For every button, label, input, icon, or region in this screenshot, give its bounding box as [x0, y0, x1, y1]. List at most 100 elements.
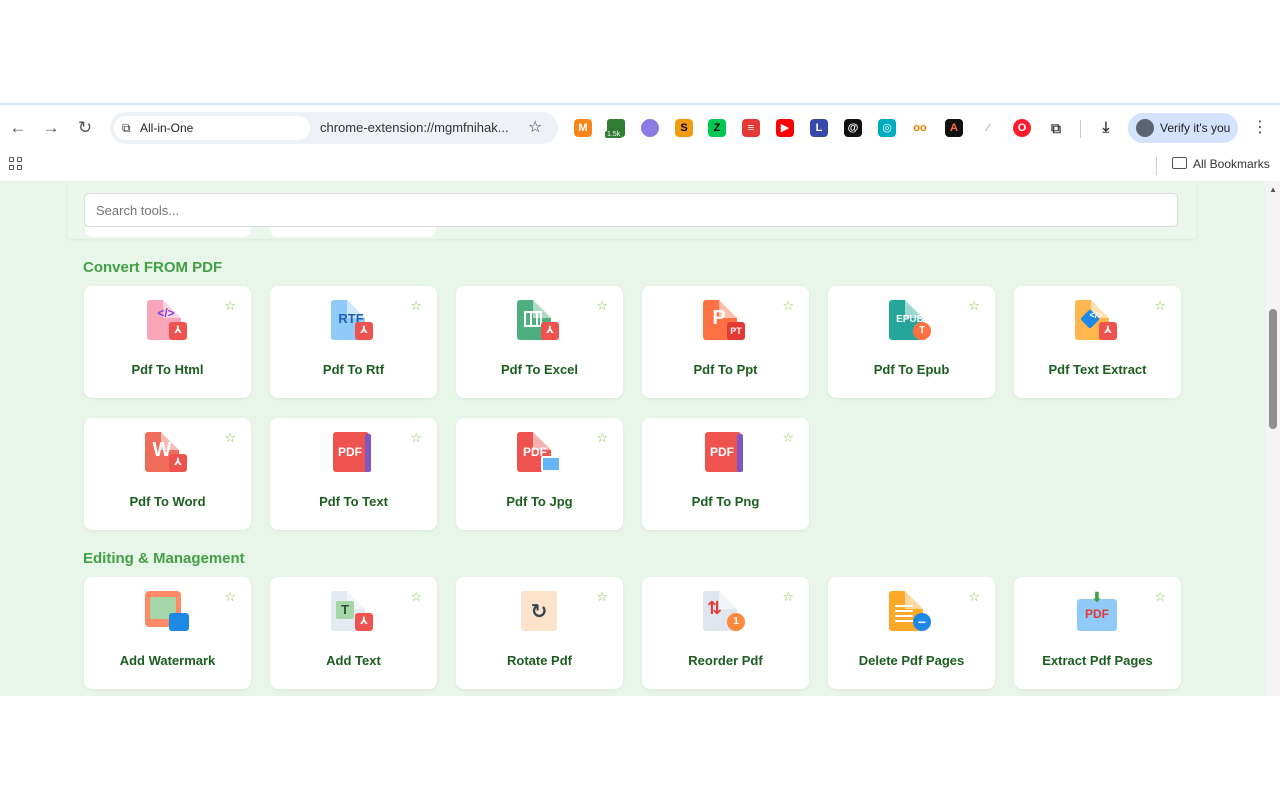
tool-label: Add Watermark [119, 653, 216, 668]
all-bookmarks-button[interactable]: All Bookmarks [1172, 151, 1270, 177]
favorite-star-icon[interactable]: ☆ [224, 430, 236, 446]
search-input[interactable] [84, 193, 1178, 227]
tool-label: Rotate Pdf [507, 653, 572, 668]
tool-card-pdf-to-ppt[interactable]: P PT ☆ Pdf To Ppt [642, 286, 809, 398]
tool-label: Pdf To Rtf [322, 362, 385, 377]
favorite-star-icon[interactable]: ☆ [1154, 298, 1166, 314]
favorite-star-icon[interactable]: ☆ [1154, 589, 1166, 605]
browser-toolbar: ← → ↻ ⧉ All-in-One chrome-extension://mg… [0, 105, 1280, 151]
reload-icon[interactable]: ↻ [74, 117, 96, 139]
favorite-star-icon[interactable]: ☆ [968, 589, 980, 605]
tool-card-rotate-pdf[interactable]: ↻ ☆ Rotate Pdf [456, 577, 623, 689]
extension-site-chip[interactable]: ⧉ All-in-One [114, 116, 310, 140]
tool-card-pdf-to-png[interactable]: PDF ☆ Pdf To Png [642, 418, 809, 530]
green-extension-icon[interactable]: Z [708, 119, 726, 137]
profile-button[interactable]: Verify it's you [1128, 113, 1238, 143]
vertical-scrollbar[interactable]: ▲ [1266, 181, 1280, 696]
tool-card-reorder-pdf[interactable]: ⇅ 1 ☆ Reorder Pdf [642, 577, 809, 689]
favorite-star-icon[interactable]: ☆ [782, 430, 794, 446]
tool-label: Pdf To Png [691, 494, 760, 509]
tool-label: Pdf To Epub [873, 362, 950, 377]
teal-extension-icon[interactable]: ◎ [878, 119, 896, 137]
favorite-star-icon[interactable]: ☆ [596, 430, 608, 446]
bookmarks-separator [1156, 157, 1157, 175]
tool-card-pdf-to-html[interactable]: </> ⅄ ☆ Pdf To Html [84, 286, 251, 398]
back-arrow-icon[interactable]: ← [7, 117, 29, 139]
blue-square-extension-icon[interactable]: L [810, 119, 828, 137]
tool-label: Pdf To Text [319, 494, 388, 509]
favorite-star-icon[interactable]: ☆ [968, 298, 980, 314]
grey-slash-extension-icon[interactable]: ⁄ [979, 119, 997, 137]
reorder-pdf-icon: ⇅ 1 [703, 591, 749, 637]
cloud-extension-icon[interactable] [641, 119, 659, 137]
tool-card-pdf-to-excel[interactable]: ⅄ ☆ Pdf To Excel [456, 286, 623, 398]
extract-pdf-pages-icon: ⬇ PDF [1075, 589, 1121, 637]
pdf-to-png-icon: PDF [703, 432, 749, 478]
tool-card-delete-pdf-pages[interactable]: − ☆ Delete Pdf Pages [828, 577, 995, 689]
add-text-icon: T ⅄ [331, 591, 377, 637]
pdf-text-extract-icon: </> ⅄ [1075, 300, 1121, 346]
tool-card-pdf-to-rtf[interactable]: RTF ⅄ ☆ Pdf To Rtf [270, 286, 437, 398]
profile-label: Verify it's you [1160, 121, 1231, 135]
tool-card-pdf-text-extract[interactable]: </> ⅄ ☆ Pdf Text Extract [1014, 286, 1181, 398]
red-tag-extension-icon[interactable]: ≡ [742, 119, 760, 137]
favorite-star-icon[interactable]: ☆ [410, 589, 422, 605]
extensions-puzzle-icon[interactable]: ⧉ [1047, 119, 1065, 137]
folder-icon [1172, 157, 1187, 169]
favorite-star-icon[interactable]: ☆ [782, 589, 794, 605]
pdf-to-epub-icon: EPUB T [889, 300, 935, 346]
tool-card-add-watermark[interactable]: ☆ Add Watermark [84, 577, 251, 689]
s-extension-icon[interactable]: S [675, 119, 693, 137]
tool-label: Delete Pdf Pages [858, 653, 965, 668]
favorite-star-icon[interactable]: ☆ [410, 430, 422, 446]
bookmark-star-icon[interactable]: ☆ [528, 112, 542, 144]
favorite-star-icon[interactable]: ☆ [224, 298, 236, 314]
site-chip-label: All-in-One [140, 121, 194, 135]
youtube-extension-icon[interactable]: ▶ [776, 119, 794, 137]
opera-extension-icon[interactable]: O [1013, 119, 1031, 137]
toolbar-separator [1080, 120, 1081, 138]
tool-label: Pdf To Html [131, 362, 204, 377]
black-square-extension-icon[interactable]: @ [844, 119, 862, 137]
tool-card-pdf-to-word[interactable]: W ⅄ ☆ Pdf To Word [84, 418, 251, 530]
url-text[interactable]: chrome-extension://mgmfnihak... [320, 112, 509, 144]
favorite-star-icon[interactable]: ☆ [782, 298, 794, 314]
section-title-editing-management: Editing & Management [83, 550, 245, 567]
avatar [1136, 119, 1154, 137]
extension-puzzle-icon: ⧉ [122, 121, 131, 135]
browser-menu-icon[interactable]: ⋮ [1252, 117, 1268, 137]
favorite-star-icon[interactable]: ☆ [410, 298, 422, 314]
dark-extension-icon[interactable]: A [945, 119, 963, 137]
tool-label: Pdf To Ppt [693, 362, 758, 377]
tool-label: Extract Pdf Pages [1042, 653, 1153, 668]
pdf-to-ppt-icon: P PT [703, 300, 749, 346]
tool-label: Pdf To Excel [500, 362, 579, 377]
forward-arrow-icon[interactable]: → [40, 117, 62, 139]
apps-grid-icon[interactable] [9, 157, 23, 171]
extension-counter-badge: 1.5k [605, 131, 623, 138]
pdf-to-excel-icon: ⅄ [517, 300, 563, 346]
address-bar[interactable]: ⧉ All-in-One chrome-extension://mgmfniha… [110, 112, 558, 144]
tool-label: Add Text [326, 653, 381, 668]
favorite-star-icon[interactable]: ☆ [596, 589, 608, 605]
partial-card [85, 227, 251, 237]
tool-label: Reorder Pdf [688, 653, 763, 668]
metamask-extension-icon[interactable]: M [574, 119, 592, 137]
favorite-star-icon[interactable]: ☆ [224, 589, 236, 605]
oo-extension-icon[interactable]: oo [911, 119, 929, 137]
page-content: Convert FROM PDF </> ⅄ ☆ Pdf To Html RTF… [0, 181, 1280, 696]
scrollbar-thumb[interactable] [1269, 309, 1277, 429]
tool-card-pdf-to-jpg[interactable]: PDF ☆ Pdf To Jpg [456, 418, 623, 530]
scroll-up-arrow-icon[interactable]: ▲ [1269, 185, 1277, 194]
tool-card-extract-pdf-pages[interactable]: ⬇ PDF ☆ Extract Pdf Pages [1014, 577, 1181, 689]
download-icon[interactable]: ⤓ [1097, 119, 1115, 137]
pdf-to-jpg-icon: PDF [517, 432, 563, 478]
tool-card-pdf-to-epub[interactable]: EPUB T ☆ Pdf To Epub [828, 286, 995, 398]
tool-label: Pdf To Word [129, 494, 206, 509]
tool-card-pdf-to-text[interactable]: PDF ☆ Pdf To Text [270, 418, 437, 530]
favorite-star-icon[interactable]: ☆ [596, 298, 608, 314]
pdf-to-html-icon: </> ⅄ [145, 300, 191, 346]
tool-card-add-text[interactable]: T ⅄ ☆ Add Text [270, 577, 437, 689]
tool-label: Pdf Text Extract [1048, 362, 1147, 377]
pdf-to-word-icon: W ⅄ [145, 432, 191, 478]
